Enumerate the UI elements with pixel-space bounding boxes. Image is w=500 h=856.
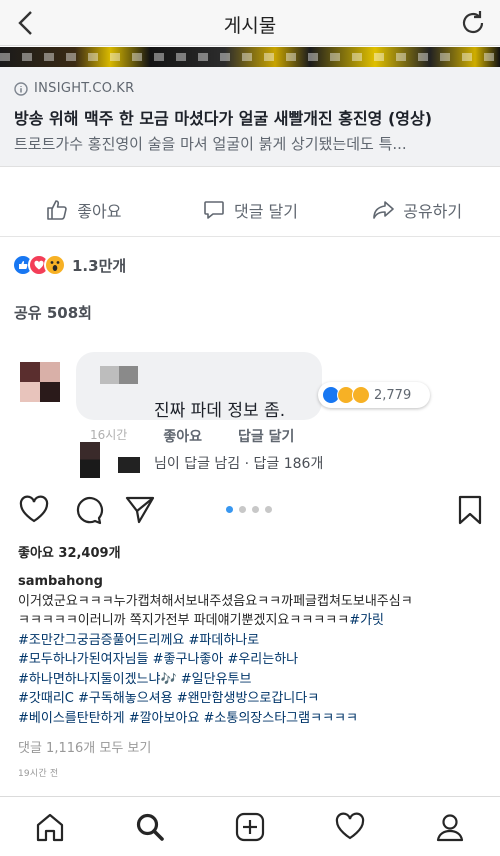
bottom-tab-bar xyxy=(0,796,500,856)
hashtag-line[interactable]: #조만간그궁금증풀어드리께요 #파데하나로 xyxy=(18,631,488,651)
wow-reaction-icon xyxy=(44,254,66,276)
comment-button-label: 댓글 달기 xyxy=(234,201,298,221)
caption-line: 이거였군요ㅋㅋㅋ누가캡쳐해서보내주셨음요ㅋㅋ까페글캡쳐도보내주심ㅋ xyxy=(18,593,413,609)
refresh-icon[interactable] xyxy=(458,8,488,38)
carousel-dot xyxy=(265,506,272,513)
heart-icon[interactable] xyxy=(18,494,50,526)
link-source: INSIGHT.CO.KR xyxy=(14,81,134,96)
page-title: 게시물 xyxy=(223,15,277,37)
share-arrow-icon xyxy=(373,200,395,219)
replier-avatar xyxy=(80,442,100,478)
share-button[interactable]: 공유하기 xyxy=(333,183,500,236)
profile-icon[interactable] xyxy=(434,811,466,843)
hashtag-line[interactable]: #갓때리C #구독해놓으셔용 #왠만함생방으로갑니다ㅋ xyxy=(18,689,488,709)
carousel-dot xyxy=(252,506,259,513)
reply-summary-text: 님이 답글 남김 · 답글 186개 xyxy=(154,456,324,472)
link-description: 트로트가수 홍진영이 술을 마셔 얼굴이 붉게 상기됐는데도 특... xyxy=(14,135,407,153)
bookmark-icon[interactable] xyxy=(454,494,486,526)
post-action-bar: 좋아요 댓글 달기 공유하기 xyxy=(0,183,500,237)
instagram-like-count[interactable]: 좋아요 32,409개 xyxy=(18,542,121,561)
like-button-label: 좋아요 xyxy=(77,201,122,221)
activity-heart-icon[interactable] xyxy=(334,811,366,843)
comment-bubble-icon xyxy=(204,200,224,219)
share-count[interactable]: 공유 508회 xyxy=(14,302,92,323)
share-button-label: 공유하기 xyxy=(403,201,463,221)
direct-share-icon[interactable] xyxy=(124,494,156,526)
comment-text: 진짜 파데 정보 좀. xyxy=(154,401,286,421)
home-icon[interactable] xyxy=(34,811,66,843)
carousel-indicator xyxy=(226,506,272,513)
carousel-dot xyxy=(239,506,246,513)
caption-username[interactable]: sambahong xyxy=(18,572,488,592)
comment-button[interactable]: 댓글 달기 xyxy=(167,183,334,236)
caption-line-text: ㅋㅋㅋㅋㅋ이러니까 쪽지가전부 파데얘기뿐겠지요ㅋㅋㅋㅋㅋ xyxy=(18,613,350,628)
hashtag-line[interactable]: #베이스를탄탄하게 #깔아보아요 #소통의장스타그램ㅋㅋㅋㅋ xyxy=(18,709,488,729)
article-thumbnail[interactable] xyxy=(0,47,500,67)
comment-icon[interactable] xyxy=(72,494,104,526)
search-icon[interactable] xyxy=(134,811,166,843)
top-navigation-bar: 게시물 xyxy=(0,0,500,46)
top-comment: 진짜 파데 정보 좀. 2,779 16시간 좋아요 답글 달기 님이 답글 남… xyxy=(0,340,500,488)
comment-reaction-count: 2,779 xyxy=(374,387,412,403)
redacted-replier-name xyxy=(118,457,140,473)
view-all-comments-link[interactable]: 댓글 1,116개 모두 보기 xyxy=(18,737,151,756)
carousel-dot-active xyxy=(226,506,233,513)
add-post-icon[interactable] xyxy=(234,811,266,843)
redacted-commenter-name xyxy=(100,366,138,384)
thumbs-up-icon xyxy=(47,199,68,220)
instagram-caption: sambahong 이거였군요ㅋㅋㅋ누가캡쳐해서보내주셨음요ㅋㅋ까페글캡쳐도보내… xyxy=(18,572,488,728)
hashtag-line[interactable]: #하나면하나지둘이겠느냐🎶 #일단유투브 xyxy=(18,670,488,690)
commenter-avatar[interactable] xyxy=(20,362,60,402)
link-headline[interactable]: 방송 위해 맥주 한 모금 마셨다가 얼굴 새빨개진 홍진영 (영상) xyxy=(14,105,494,129)
like-button[interactable]: 좋아요 xyxy=(0,183,167,236)
sad-reaction-icon xyxy=(352,386,370,404)
link-preview-card[interactable]: INSIGHT.CO.KR 방송 위해 맥주 한 모금 마셨다가 얼굴 새빨개진… xyxy=(0,67,500,167)
link-icon xyxy=(14,81,28,96)
link-source-domain: INSIGHT.CO.KR xyxy=(34,81,135,96)
comment-reactions[interactable]: 2,779 xyxy=(318,382,430,408)
hashtag[interactable]: #가릿 xyxy=(349,613,384,628)
post-timestamp: 19시간 전 xyxy=(18,769,59,779)
reaction-count: 1.3만개 xyxy=(72,256,127,275)
hashtag-line[interactable]: #모두하나가된여자님들 #좋구나좋아 #우리는하나 xyxy=(18,650,488,670)
caption-line: ㅋㅋㅋㅋㅋ이러니까 쪽지가전부 파데얘기뿐겠지요ㅋㅋㅋㅋㅋ#가릿 xyxy=(18,611,488,631)
comment-bubble: 진짜 파데 정보 좀. xyxy=(76,352,322,421)
reactions-summary[interactable]: 1.3만개 xyxy=(12,252,126,278)
reply-summary[interactable]: 님이 답글 남김 · 답글 186개 xyxy=(80,440,323,480)
